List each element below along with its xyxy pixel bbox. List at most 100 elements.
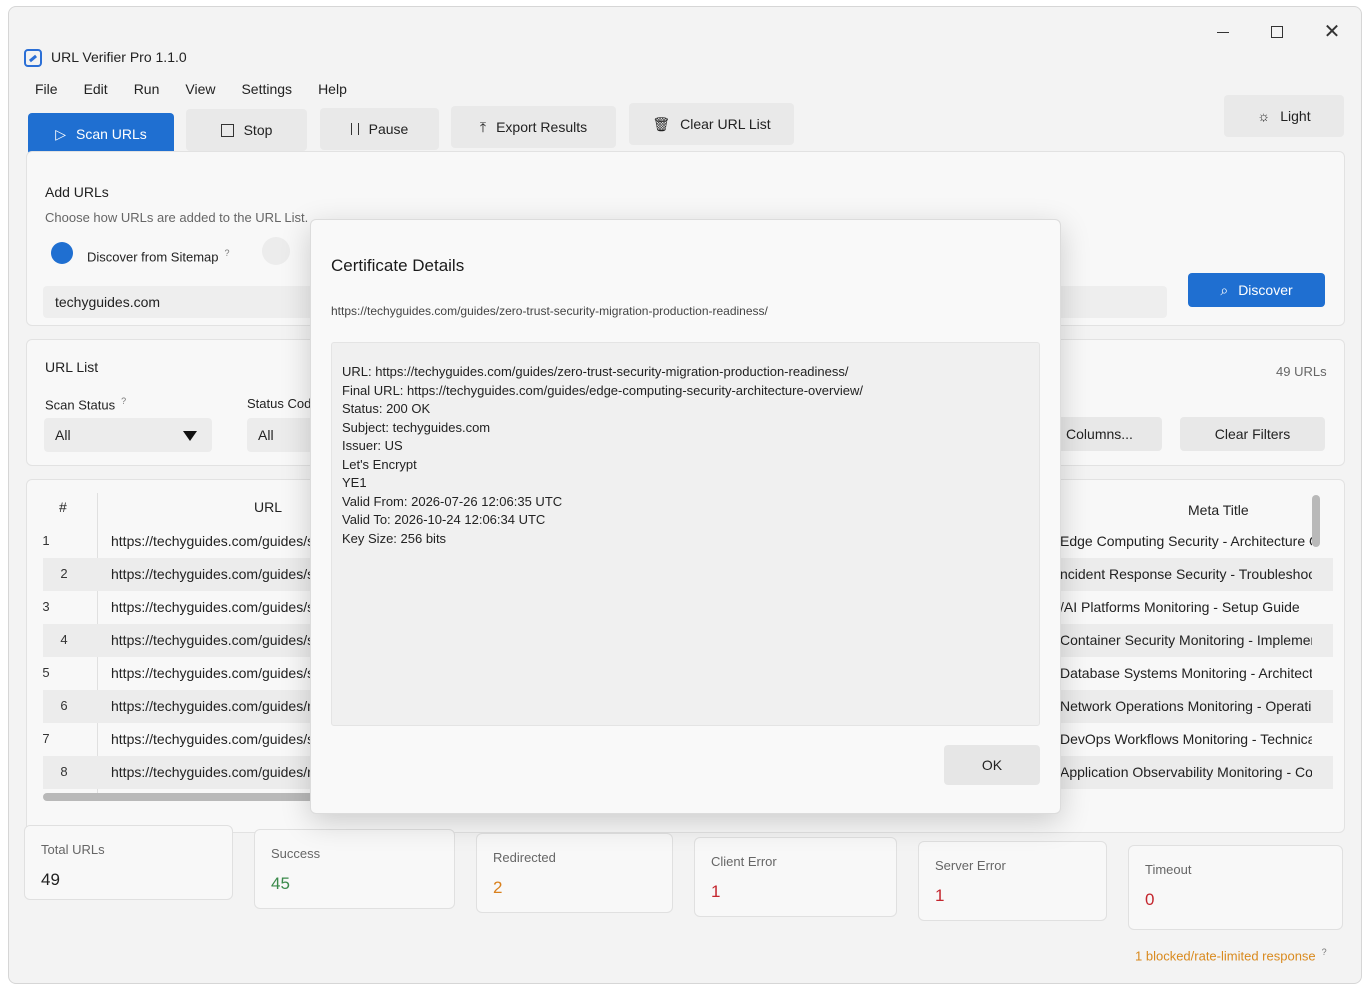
menu-settings[interactable]: Settings <box>227 75 304 103</box>
pause-icon <box>350 123 359 135</box>
blocked-response-help-icon[interactable]: ? <box>1322 947 1327 957</box>
vertical-scrollbar[interactable] <box>1312 495 1320 547</box>
menu-bar: File Edit Run View Settings Help <box>9 75 359 103</box>
stat-label: Redirected <box>493 850 556 865</box>
cert-status: Status: 200 OK <box>342 401 431 416</box>
stat-value: 49 <box>41 870 60 889</box>
menu-file[interactable]: File <box>9 75 70 103</box>
row-meta-title: ncident Response Security - Troubleshoot… <box>1060 566 1312 582</box>
stat-client-error: Client Error 1 <box>694 837 897 917</box>
sun-icon: ☼ <box>1257 108 1271 124</box>
column-header-num[interactable]: # <box>59 499 67 515</box>
row-meta-title: /AI Platforms Monitoring - Setup Guide <box>1060 599 1300 615</box>
cert-issuer: Issuer: US <box>342 438 403 453</box>
row-meta-title: Container Security Monitoring - Implemen… <box>1060 632 1312 648</box>
row-url: https://techyguides.com/guides/s <box>111 566 311 582</box>
scan-status-value: All <box>55 427 71 443</box>
stat-redirected: Redirected 2 <box>476 833 673 913</box>
row-meta-title: DevOps Workflows Monitoring - Technical … <box>1060 731 1312 747</box>
row-url: https://techyguides.com/guides/s <box>111 665 311 681</box>
stat-label: Success <box>271 846 321 861</box>
close-window-button[interactable]: ✕ <box>1312 17 1352 47</box>
horizontal-scrollbar[interactable] <box>43 793 343 801</box>
row-url: https://techyguides.com/guides/s <box>111 533 311 549</box>
stat-timeout: Timeout 0 <box>1128 845 1343 930</box>
stat-value: 1 <box>935 886 945 905</box>
discover-button[interactable]: ⌕ Discover <box>1188 273 1325 307</box>
row-number: 7 <box>42 731 50 746</box>
dialog-url: https://techyguides.com/guides/zero-trus… <box>331 304 768 318</box>
add-urls-subtitle: Choose how URLs are added to the URL Lis… <box>45 210 309 225</box>
stat-label: Client Error <box>711 854 777 869</box>
stat-value: 2 <box>493 878 503 897</box>
menu-run[interactable]: Run <box>120 75 172 103</box>
stat-label: Total URLs <box>41 842 105 857</box>
cert-valid-to: Valid To: 2026-10-24 12:06:34 UTC <box>342 512 546 527</box>
stat-server-error: Server Error 1 <box>918 841 1107 921</box>
stop-label: Stop <box>243 122 273 138</box>
row-url: https://techyguides.com/guides/n <box>111 764 311 780</box>
minimize-button[interactable] <box>1203 17 1243 47</box>
row-meta-title: Edge Computing Security - Architecture O… <box>1060 533 1312 549</box>
clear-url-list-button[interactable]: 🗑 Clear URL List <box>629 103 794 145</box>
stat-value: 0 <box>1145 890 1155 909</box>
stat-label: Server Error <box>935 858 1006 873</box>
stop-icon <box>220 123 234 137</box>
row-url: https://techyguides.com/guides/s <box>111 632 311 648</box>
cert-final-url: Final URL: https://techyguides.com/guide… <box>342 382 863 398</box>
scan-urls-label: Scan URLs <box>75 126 147 142</box>
menu-edit[interactable]: Edit <box>70 75 120 103</box>
row-meta-title: Database Systems Monitoring - Architectu… <box>1060 665 1312 681</box>
discover-label: Discover <box>1238 282 1293 298</box>
cert-subject: Subject: techyguides.com <box>342 419 491 435</box>
cert-issuer-org: Let's Encrypt <box>342 456 417 472</box>
sitemap-option-text: Discover from Sitemap <box>87 249 219 265</box>
export-results-button[interactable]: ⤒ Export Results <box>451 106 616 148</box>
row-number: 3 <box>42 599 50 614</box>
scan-status-label: Scan Status? <box>45 396 126 412</box>
cert-issuer-cn: YE1 <box>342 475 367 490</box>
scan-status-select[interactable]: All <box>44 418 212 452</box>
blocked-response-note: 1 blocked/rate-limited response? <box>1135 947 1327 963</box>
scan-status-help-icon[interactable]: ? <box>121 396 126 406</box>
row-number: 1 <box>42 533 50 548</box>
upload-icon: ⤒ <box>479 118 487 135</box>
cert-key-size: Key Size: 256 bits <box>342 530 447 546</box>
chevron-down-icon <box>176 426 204 446</box>
row-number: 8 <box>60 764 68 779</box>
column-header-url[interactable]: URL <box>254 499 282 515</box>
app-window: URL Verifier Pro 1.1.0 ✕ File Edit Run V… <box>8 6 1362 984</box>
trash-icon: 🗑 <box>652 115 671 132</box>
ok-button[interactable]: OK <box>944 745 1040 785</box>
maximize-button[interactable] <box>1257 17 1297 47</box>
cert-valid-from: Valid From: 2026-07-26 12:06:35 UTC <box>342 493 563 509</box>
certificate-details-text: URL: https://techyguides.com/guides/zero… <box>331 342 1040 726</box>
menu-help[interactable]: Help <box>304 75 359 103</box>
column-header-meta-title[interactable]: Meta Title <box>1188 502 1249 518</box>
theme-toggle-button[interactable]: ☼ Light <box>1224 95 1344 137</box>
theme-label: Light <box>1280 108 1311 124</box>
alternate-option-radio[interactable] <box>262 237 290 265</box>
pause-button[interactable]: Pause <box>320 108 439 150</box>
clear-filters-button[interactable]: Clear Filters <box>1180 417 1325 451</box>
clear-url-list-label: Clear URL List <box>680 116 771 132</box>
cert-url: URL: https://techyguides.com/guides/zero… <box>342 364 849 379</box>
stop-button[interactable]: Stop <box>186 109 307 151</box>
sitemap-radio[interactable] <box>51 242 73 264</box>
row-number: 5 <box>42 665 50 680</box>
stat-value: 1 <box>711 882 721 901</box>
app-title: URL Verifier Pro 1.1.0 <box>51 49 187 65</box>
url-list-title: URL List <box>45 359 99 375</box>
stat-value: 45 <box>271 874 290 893</box>
sitemap-help-icon[interactable]: ? <box>224 248 229 258</box>
export-results-label: Export Results <box>496 119 588 135</box>
menu-view[interactable]: View <box>171 75 227 103</box>
scan-urls-button[interactable]: ▷ Scan URLs <box>28 113 174 155</box>
stat-label: Timeout <box>1145 862 1192 877</box>
row-meta-title: Application Observability Monitoring - C… <box>1060 764 1312 780</box>
url-count: 49 URLs <box>1276 364 1327 379</box>
certificate-details-dialog: Certificate Details https://techyguides.… <box>310 219 1061 814</box>
maximize-icon <box>1271 26 1283 38</box>
row-url: https://techyguides.com/guides/s <box>111 599 311 615</box>
blocked-response-text: 1 blocked/rate-limited response <box>1135 948 1316 964</box>
